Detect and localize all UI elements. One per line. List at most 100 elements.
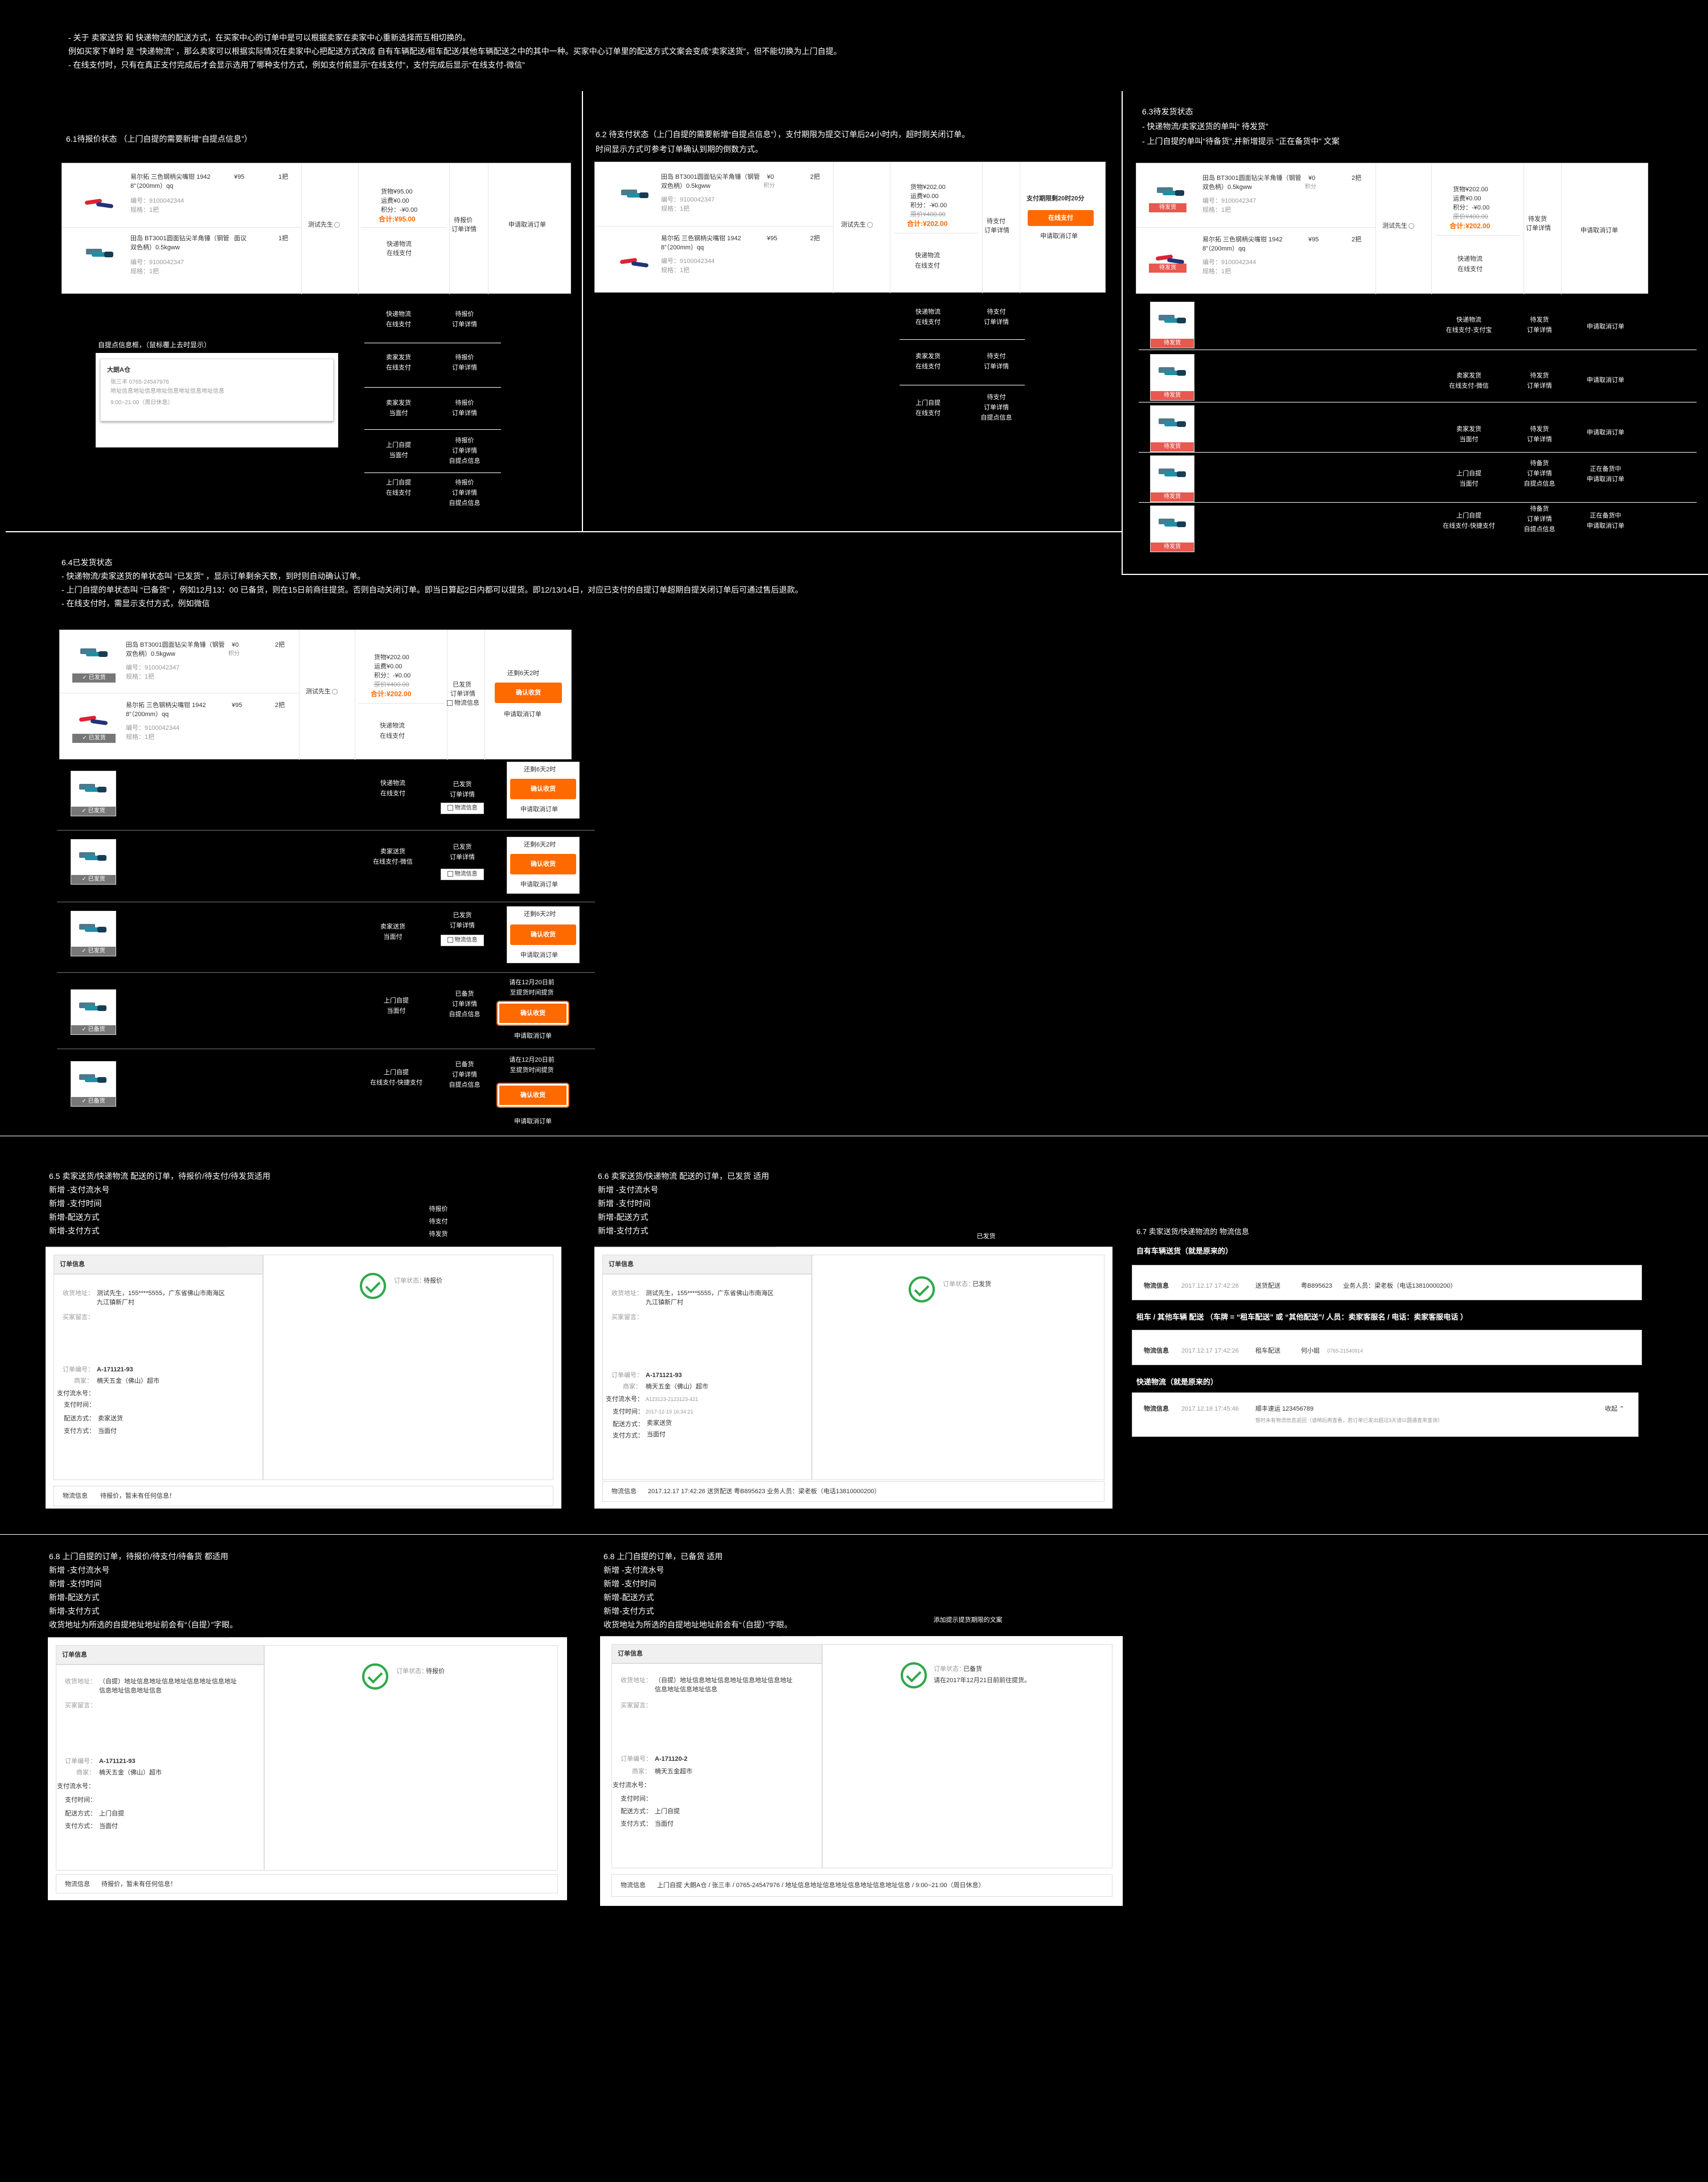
section-line: 新增-配送方式 [49, 1213, 100, 1222]
order-detail-link[interactable]: 订单详情 [443, 921, 482, 930]
order-detail-link[interactable]: 订单详情 [447, 320, 482, 329]
cancel-order-link[interactable]: 申请取消订单 [1040, 232, 1078, 241]
order-detail-link[interactable]: 订单详情 [979, 403, 1013, 412]
cancel-order-link[interactable]: 申请取消订单 [1583, 428, 1628, 437]
order-detail-link[interactable]: 订单详情 [451, 225, 477, 234]
online-pay-button[interactable]: 在线支付 [1028, 210, 1094, 226]
cancel-order-link[interactable]: 申请取消订单 [1583, 322, 1628, 331]
order-detail-link[interactable]: 订单详情 [1524, 381, 1555, 391]
price-freight: 运费¥0.00 [374, 663, 403, 670]
remaining-time: 还剩6天2时 [524, 766, 556, 773]
product-name[interactable]: 田岛 BT3001圆面钻尖羊角锤（钢管双色柄）0.5kgww [1202, 174, 1302, 192]
pickup-info-link[interactable]: 自提点信息 [444, 457, 485, 466]
section-line: 新增-配送方式 [598, 1213, 648, 1222]
product-name[interactable]: 易尔拓 三色钢柄尖嘴钳 1942 8”（200mm）qq [126, 701, 225, 719]
logistics-contact: 业务人员：梁老板（电话13810000200） [1343, 1283, 1457, 1289]
cancel-order-link[interactable]: 申请取消订单 [510, 1117, 556, 1126]
pay-method: 当面付 [389, 410, 408, 417]
cancel-order-link[interactable]: 申请取消订单 [1583, 521, 1628, 531]
order-detail-link[interactable]: 订单详情 [1526, 224, 1551, 233]
cancel-order-link[interactable]: 申请取消订单 [508, 220, 546, 229]
product-name[interactable]: 田岛 BT3001圆面钻尖羊角锤（钢管双色柄）0.5kgww [661, 172, 761, 191]
order-detail-link[interactable]: 订单详情 [1524, 326, 1555, 335]
logistics-empty-note: 暂时未有物流信息返回（请稍后再查看，若订单已发出超过3天请以圆通查来查询） [1255, 1417, 1443, 1423]
section-line: 新增 -支付流水号 [598, 1185, 659, 1194]
pickup-info-link[interactable]: 自提点信息 [976, 413, 1017, 422]
order-detail-link[interactable]: 订单详情 [984, 226, 1009, 235]
cancel-order-link[interactable]: 申请取消订单 [1580, 226, 1618, 235]
logistics-link[interactable]: 物流信息 [441, 869, 484, 880]
order-no-value: A-171121-93 [646, 1372, 682, 1379]
confirm-receipt-button[interactable]: 确认收货 [510, 779, 576, 799]
logistics-time: 2017.12.17 17:42:26 [1181, 1283, 1239, 1289]
address-value: 测试先生，155****5555，广东省佛山市南海区九江镇新厂村 [646, 1290, 774, 1306]
pickup-deadline-hint: 至提货时间提货 [510, 1067, 554, 1074]
logistics-card: 物流信息 2017.12.19 17:45:46 顺丰速运 123456789 … [1132, 1392, 1639, 1437]
logistics-link[interactable]: 物流信息 [441, 803, 484, 814]
price-total: 合计:¥95.00 [379, 215, 416, 223]
pickup-info-link[interactable]: 自提点信息 [1520, 479, 1559, 488]
order-detail-link[interactable]: 订单详情 [1524, 435, 1555, 444]
paid-no-label: 支付流水号： [613, 1782, 650, 1789]
buyer-name: 测试先生 [841, 220, 873, 229]
ship-method: 快递物流 [386, 311, 411, 318]
cancel-order-link[interactable]: 申请取消订单 [520, 951, 558, 960]
section-title: 6.8 上门自提的订单，待报价/待支付/待备货 都适用 [49, 1552, 229, 1561]
confirm-receipt-button[interactable]: 确认收货 [510, 924, 576, 945]
tooltip-caption: 自提点信息框，（鼠标覆上去时显示） [98, 341, 211, 349]
order-detail-link[interactable]: 订单详情 [450, 689, 475, 698]
ship-method-value: 上门自提 [655, 1808, 680, 1815]
order-detail-link[interactable]: 订单详情 [443, 790, 482, 799]
section-line: 新增 -支付流水号 [49, 1185, 110, 1194]
order-detail-link[interactable]: 订单详情 [447, 488, 482, 498]
product-price: ¥95 [234, 174, 245, 180]
pay-method: 在线支付 [915, 410, 941, 417]
pay-method-value: 当面付 [647, 1431, 666, 1438]
cancel-order-link[interactable]: 申请取消订单 [1583, 376, 1628, 385]
section-line: 新增-支付方式 [49, 1226, 100, 1235]
product-name[interactable]: 易尔拓 三色钢柄尖嘴钳 1942 8”（200mm）qq [661, 234, 761, 252]
confirm-receipt-button[interactable]: 确认收货 [496, 1001, 569, 1026]
logistics-link[interactable]: 物流信息 [441, 935, 484, 946]
confirm-receipt-button[interactable]: 确认收货 [496, 1083, 569, 1108]
order-detail-link[interactable]: 订单详情 [979, 318, 1013, 327]
product-name[interactable]: 田岛 BT3001圆面钻尖羊角锤（钢管双色柄）0.5kgww [130, 234, 233, 252]
pickup-info-link[interactable]: 自提点信息 [445, 1010, 484, 1019]
order-detail-link[interactable]: 订单详情 [445, 1000, 484, 1009]
section-line: 新增-支付方式 [49, 1606, 100, 1616]
order-no-value: A-171121-93 [99, 1758, 136, 1765]
section-line: - 快递物流/卖家送货的单叫“ 待发货” [1142, 122, 1268, 131]
pickup-info-link[interactable]: 自提点信息 [1520, 525, 1559, 534]
product-name[interactable]: 田岛 BT3001圆面钻尖羊角锤（钢管双色柄）0.5kgww [126, 640, 225, 659]
order-no-value: A-171121-93 [97, 1366, 133, 1373]
order-detail-link[interactable]: 订单详情 [443, 853, 482, 862]
cancel-order-link[interactable]: 申请取消订单 [510, 1032, 556, 1041]
cancel-order-link[interactable]: 申请取消订单 [520, 880, 558, 889]
logistics-value: 2017.12.17 17:42:26 送货配送 粤B895623 业务人员：梁… [648, 1488, 881, 1495]
collapse-link[interactable]: 收起 ⌃ [1605, 1404, 1624, 1413]
order-detail-link[interactable]: 订单详情 [447, 409, 482, 418]
order-detail-link[interactable]: 订单详情 [1520, 469, 1559, 478]
order-detail-link[interactable]: 订单详情 [979, 362, 1013, 371]
tooltip-hours: 9:00~21:00（周日休息） [110, 400, 174, 406]
cancel-order-link[interactable]: 申请取消订单 [520, 805, 558, 814]
order-detail-link[interactable]: 订单详情 [447, 363, 482, 372]
ship-method: 卖家发货 [1456, 372, 1481, 379]
cancel-order-link[interactable]: 申请取消订单 [1583, 475, 1628, 484]
status-tag: 待发货 [1151, 492, 1194, 502]
pickup-info-link[interactable]: 自提点信息 [444, 499, 485, 508]
order-detail-link[interactable]: 订单详情 [445, 1070, 484, 1079]
logistics-plate: 粤B895623 [1301, 1283, 1333, 1289]
status-text: 待备货 [1530, 460, 1549, 467]
product-name[interactable]: 易尔拓 三色钢柄尖嘴钳 1942 8”（200mm）qq [1202, 235, 1302, 253]
logistics-link[interactable]: 物流信息 [447, 698, 479, 708]
note-line: - 关于 卖家送货 和 快递物流的配送方式，在买家中心的订单中是可以根据卖家在卖… [68, 33, 471, 42]
product-name[interactable]: 易尔拓 三色钢柄尖嘴钳 1942 8”（200mm）qq [130, 172, 233, 191]
order-detail-link[interactable]: 订单详情 [1520, 515, 1559, 524]
confirm-receipt-button[interactable]: 确认收货 [495, 683, 562, 703]
cancel-order-link[interactable]: 申请取消订单 [504, 710, 541, 719]
order-detail-link[interactable]: 订单详情 [447, 446, 482, 455]
confirm-receipt-button[interactable]: 确认收货 [510, 854, 576, 874]
pickup-info-link[interactable]: 自提点信息 [445, 1080, 484, 1090]
product-image: ✓ 已发货 [72, 702, 116, 743]
